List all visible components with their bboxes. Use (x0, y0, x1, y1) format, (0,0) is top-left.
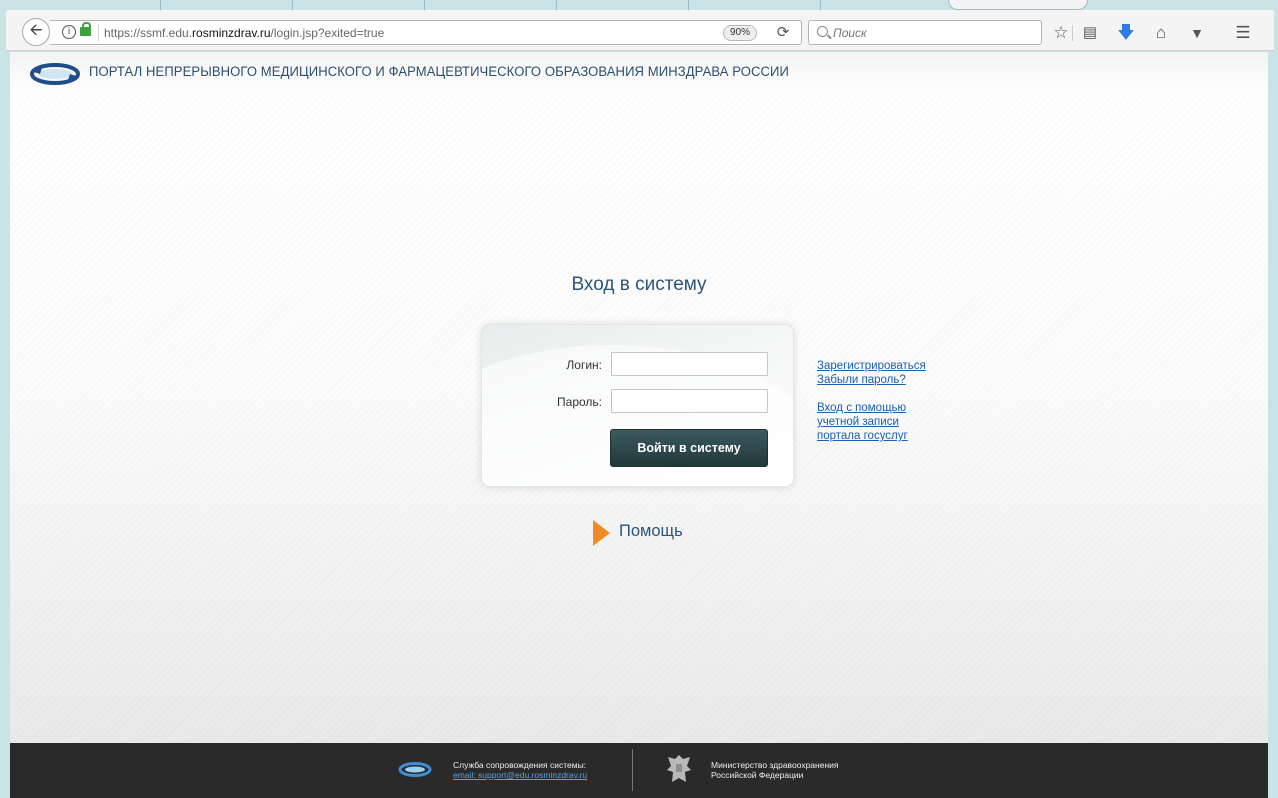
login-submit-button[interactable]: Войти в систему (610, 429, 768, 467)
url-bar[interactable]: i https://ssmf.edu.rosminzdrav.ru/login.… (50, 20, 802, 45)
tab-divider (160, 0, 161, 10)
login-form: Логин: Пароль: Войти в систему (481, 324, 794, 487)
reload-icon[interactable]: ⟳ (772, 23, 794, 43)
page-viewport: ПОРТАЛ НЕПРЕРЫВНОГО МЕДИЦИНСКОГО И ФАРМА… (10, 52, 1268, 798)
play-arrow-icon (593, 520, 610, 546)
url-prefix: https://ssmf.edu. (104, 26, 193, 40)
portal-logo-icon[interactable] (30, 62, 80, 86)
site-info-icon[interactable]: i (62, 25, 76, 39)
ministry-line2: Российской Федерации (711, 770, 804, 780)
ministry-line1: Министерство здравоохранения (711, 760, 839, 770)
url-text[interactable]: https://ssmf.edu.rosminzdrav.ru/login.js… (104, 26, 384, 40)
login-label: Логин: (566, 358, 602, 372)
back-arrow-icon: 🡨 (29, 21, 43, 39)
support-info: Служба сопровождения системы: email: sup… (453, 760, 587, 780)
search-icon (817, 26, 828, 37)
tab-divider (820, 0, 821, 10)
gosuslugi-login-link-line1[interactable]: Вход с помощью (817, 401, 926, 415)
home-icon[interactable]: ⌂ (1150, 22, 1172, 44)
search-bar[interactable] (808, 20, 1042, 45)
links-spacer (817, 387, 926, 401)
coat-of-arms-icon (667, 755, 691, 782)
search-input[interactable] (833, 24, 1033, 41)
portal-title[interactable]: ПОРТАЛ НЕПРЕРЫВНОГО МЕДИЦИНСКОГО И ФАРМА… (89, 64, 789, 80)
password-input[interactable] (611, 389, 768, 413)
pocket-icon[interactable]: ▼ (1186, 22, 1208, 44)
support-title: Служба сопровождения системы: (453, 760, 587, 770)
gosuslugi-login-link-line2[interactable]: учетной записи (817, 415, 926, 429)
register-link[interactable]: Зарегистрироваться (817, 359, 926, 373)
help-label: Помощь (619, 522, 683, 540)
password-label: Пароль: (557, 395, 602, 409)
tab-divider (292, 0, 293, 10)
ministry-info: Министерство здравоохранения Российской … (711, 760, 839, 780)
menu-icon[interactable]: ☰ (1232, 22, 1254, 44)
tab-divider (424, 0, 425, 10)
login-heading: Вход в систему (571, 274, 707, 295)
browser-navbar: 🡨 i https://ssmf.edu.rosminzdrav.ru/logi… (6, 10, 1274, 51)
active-tab[interactable] (948, 0, 1088, 10)
window-edge (1268, 52, 1278, 798)
auth-links: Зарегистрироваться Забыли пароль? Вход с… (817, 359, 926, 443)
zoom-indicator[interactable]: 90% (723, 25, 757, 41)
url-separator (98, 24, 99, 41)
footer-logo-icon (398, 762, 432, 777)
tab-divider (688, 0, 689, 10)
bookmark-star-icon[interactable]: ☆ (1050, 22, 1072, 44)
download-icon[interactable]: 🡇 (1115, 22, 1137, 44)
support-email-link[interactable]: email: support@edu.rosminzdrav.ru (453, 770, 587, 780)
tab-divider (556, 0, 557, 10)
toolbar-divider (1072, 25, 1073, 41)
gosuslugi-login-link-line3[interactable]: портала госуслуг (817, 429, 926, 443)
back-button[interactable]: 🡨 (22, 18, 50, 46)
login-input[interactable] (611, 352, 768, 376)
page-header: ПОРТАЛ НЕПРЕРЫВНОГО МЕДИЦИНСКОГО И ФАРМА… (10, 52, 1268, 96)
reading-list-icon[interactable]: ▤ (1079, 22, 1101, 44)
url-path: /login.jsp?exited=true (270, 26, 385, 40)
tab-strip (0, 0, 1278, 10)
lock-icon[interactable] (80, 22, 91, 36)
footer-divider (632, 749, 633, 791)
url-domain: rosminzdrav.ru (192, 26, 271, 40)
page-footer: Служба сопровождения системы: email: sup… (10, 743, 1268, 798)
forgot-password-link[interactable]: Забыли пароль? (817, 373, 926, 387)
